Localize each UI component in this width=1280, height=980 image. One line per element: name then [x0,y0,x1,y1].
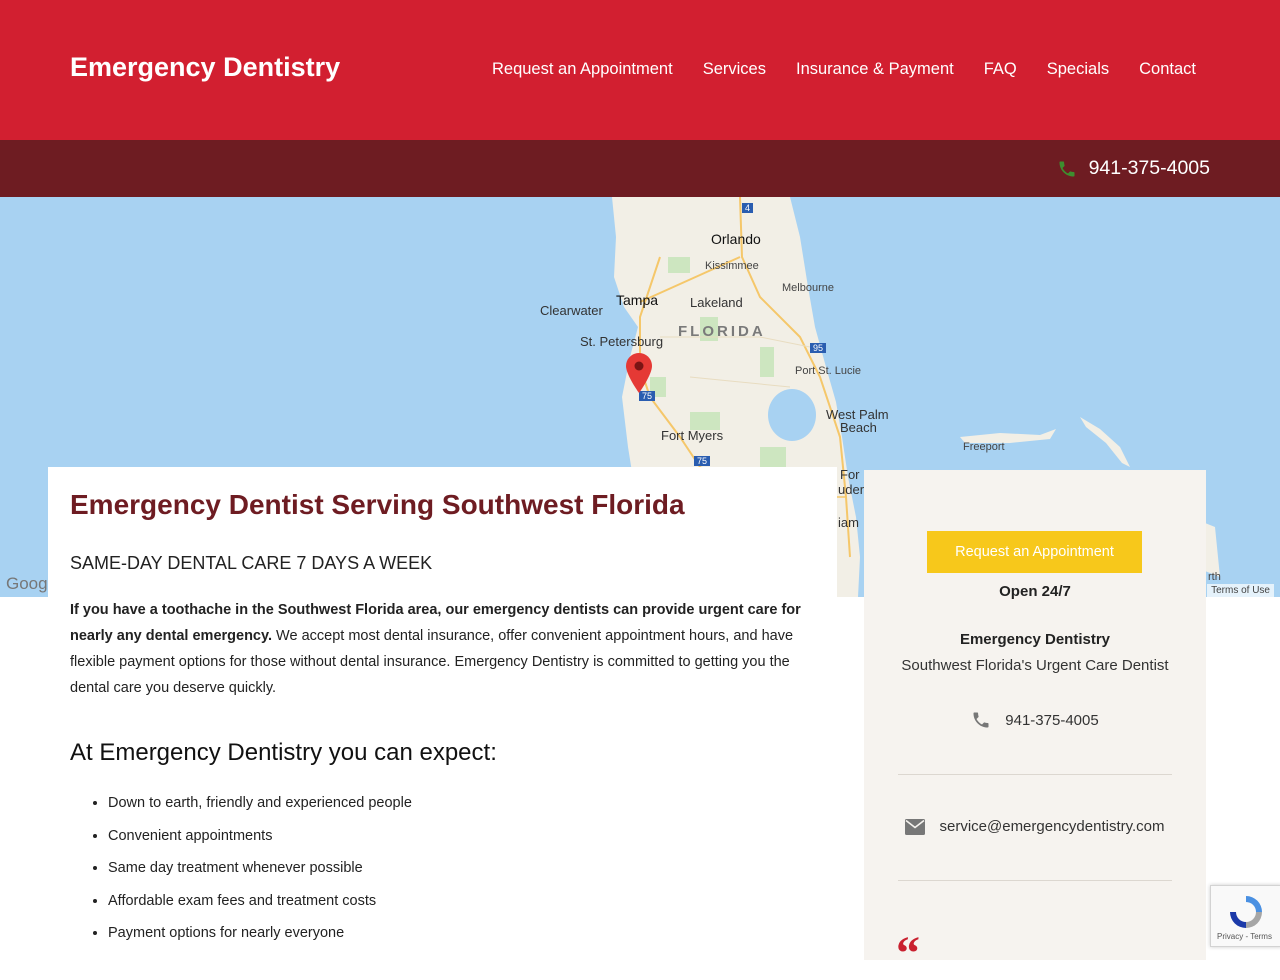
expect-heading: At Emergency Dentistry you can expect: [70,739,497,766]
map-label-orlando: Orlando [711,231,761,247]
sidebar-divider [898,880,1172,881]
envelope-icon [905,818,926,835]
sidebar-email-address: service@emergencydentistry.com [939,818,1165,835]
phone-icon [1059,161,1075,176]
list-item: Payment options for nearly everyone [108,925,412,958]
page-subtitle: SAME-DAY DENTAL CARE 7 DAYS A WEEK [70,553,433,573]
nav-faq[interactable]: FAQ [984,60,1017,79]
site-logo[interactable]: Emergency Dentistry [70,52,340,83]
map-terms-link[interactable]: Terms of Use [1207,584,1274,597]
map-label-fort-myers: Fort Myers [661,428,724,443]
sidebar-phone-number: 941-375-4005 [1005,711,1099,729]
map-label-rth-partial: rth [1208,571,1221,583]
location-pin-icon[interactable] [626,353,652,393]
phone-bar: 941-375-4005 [0,140,1280,197]
map-label-florida: FLORIDA [678,323,766,340]
interstate-4-shield: 4 [742,203,754,213]
map-label-lakeland: Lakeland [690,295,743,310]
nav-contact[interactable]: Contact [1139,60,1196,79]
interstate-75-shield-south: 75 [694,456,711,466]
recaptcha-icon [1230,896,1262,928]
map-label-beach: Beach [840,420,877,435]
map-label-clearwater: Clearwater [540,303,603,318]
main-content: Emergency Dentist Serving Southwest Flor… [48,467,837,960]
main-nav: Request an Appointment Services Insuranc… [492,60,1196,79]
list-item: Down to earth, friendly and experienced … [108,795,412,828]
map-label-fort-partial: For [840,467,860,482]
list-item: Same day treatment whenever possible [108,860,412,893]
business-tagline: Southwest Florida's Urgent Care Dentist [901,657,1169,674]
header-phone-link[interactable]: 941-375-4005 [1057,157,1210,180]
phone-icon [973,712,989,728]
site-header: Emergency Dentistry Request an Appointme… [0,0,1280,140]
header-phone-number: 941-375-4005 [1088,157,1210,179]
map-label-st-petersburg: St. Petersburg [580,334,664,349]
expect-list: Down to earth, friendly and experienced … [70,795,412,958]
list-item: Affordable exam fees and treatment costs [108,893,412,926]
recaptcha-badge[interactable]: Privacy - Terms [1210,885,1280,947]
map-label-kissimmee: Kissimmee [705,260,759,272]
recaptcha-links[interactable]: Privacy - Terms [1217,932,1272,941]
contact-sidebar: Request an Appointment Open 24/7 Emergen… [864,470,1206,978]
map-label-melbourne: Melbourne [782,282,834,294]
nav-services[interactable]: Services [703,60,766,79]
hours-text: Open 24/7 [999,583,1071,600]
nav-insurance-payment[interactable]: Insurance & Payment [796,60,954,79]
page-title: Emergency Dentist Serving Southwest Flor… [70,489,685,520]
map-label-miami-partial: iam [838,515,859,530]
map-label-port-st-lucie: Port St. Lucie [795,365,862,377]
quote-icon: “ [896,927,920,980]
request-appointment-button[interactable]: Request an Appointment [927,531,1142,573]
google-logo[interactable]: Goog [6,574,48,594]
map-label-freeport: Freeport [963,441,1005,453]
map-label-lauder-partial: uder [838,482,865,497]
nav-request-appointment[interactable]: Request an Appointment [492,60,673,79]
map-label-tampa: Tampa [616,292,659,308]
nav-specials[interactable]: Specials [1047,60,1109,79]
intro-paragraph: If you have a toothache in the Southwest… [70,597,820,701]
sidebar-email-link[interactable]: service@emergencydentistry.com [864,818,1206,835]
list-item: Convenient appointments [108,828,412,861]
interstate-95-shield: 95 [810,343,827,353]
sidebar-phone-link[interactable]: 941-375-4005 [864,710,1206,730]
business-name: Emergency Dentistry [959,631,1111,648]
sidebar-divider [898,774,1172,775]
